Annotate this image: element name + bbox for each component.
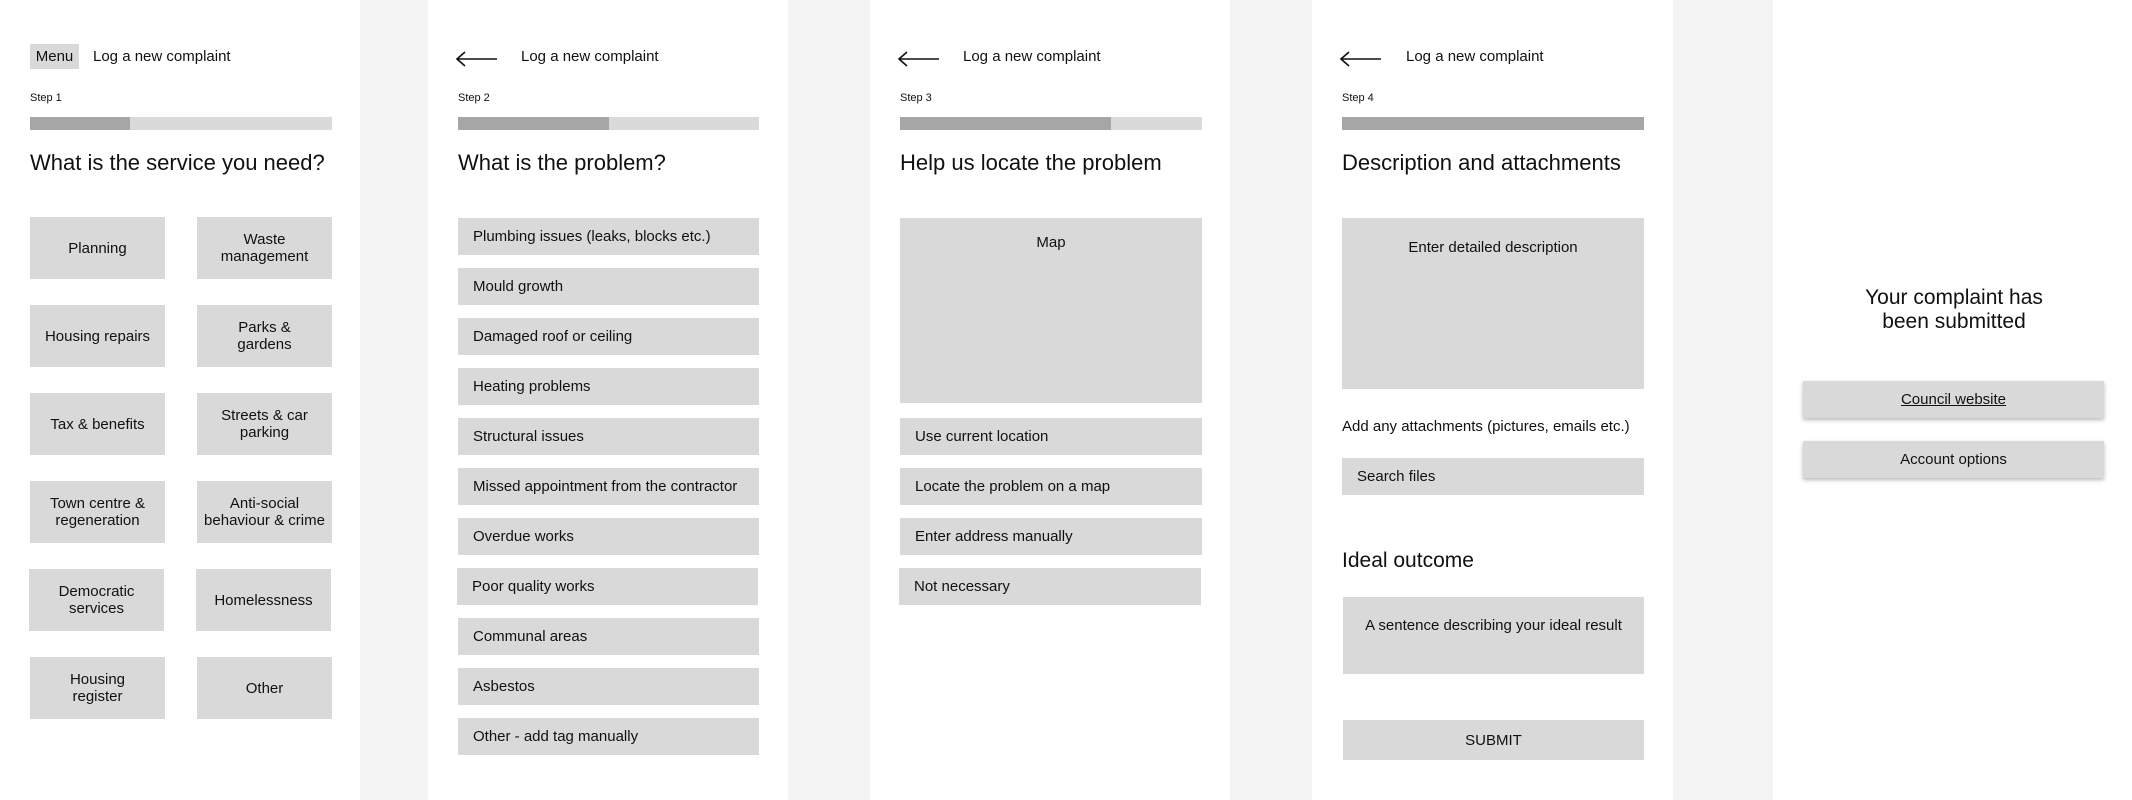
page-title: Log a new complaint [963, 48, 1101, 65]
problem-option[interactable]: Poor quality works [457, 568, 758, 605]
screen-step-2: Log a new complaint Step 2 What is the p… [428, 0, 788, 800]
description-field[interactable]: Enter detailed description [1342, 218, 1644, 389]
arrow-left-icon[interactable] [898, 51, 940, 67]
attachments-label: Add any attachments (pictures, emails et… [1342, 418, 1630, 435]
problem-option[interactable]: Overdue works [458, 518, 759, 555]
map-view[interactable]: Map [900, 218, 1202, 403]
service-tile-parks[interactable]: Parks & gardens [197, 305, 332, 367]
screen-step-3: Log a new complaint Step 3 Help us locat… [870, 0, 1230, 800]
question-heading: What is the problem? [458, 150, 666, 175]
arrow-left-icon[interactable] [1340, 51, 1382, 67]
council-website-label: Council website [1900, 391, 2007, 408]
service-tile-tax[interactable]: Tax & benefits [30, 393, 165, 455]
section-heading: Description and attachments [1342, 150, 1621, 175]
problem-option[interactable]: Other - add tag manually [458, 718, 759, 755]
menu-button[interactable]: Menu [30, 44, 79, 69]
screen-step-1: Menu Log a new complaint Step 1 What is … [0, 0, 360, 800]
progress-fill [458, 117, 609, 130]
step-label: Step 1 [30, 92, 62, 104]
problem-option[interactable]: Damaged roof or ceiling [458, 318, 759, 355]
service-tile-homelessness[interactable]: Homelessness [196, 569, 331, 631]
service-tile-planning[interactable]: Planning [30, 217, 165, 279]
council-website-link[interactable]: Council website [1803, 381, 2104, 418]
account-options-button[interactable]: Account options [1803, 441, 2104, 478]
page-title: Log a new complaint [93, 48, 231, 65]
location-option-current[interactable]: Use current location [900, 418, 1202, 455]
progress-fill [30, 117, 130, 130]
step-label: Step 2 [458, 92, 490, 104]
description-placeholder: Enter detailed description [1408, 239, 1578, 256]
map-label: Map [1036, 234, 1066, 251]
problem-option[interactable]: Mould growth [458, 268, 759, 305]
service-tile-other[interactable]: Other [197, 657, 332, 719]
service-tile-housing-repairs[interactable]: Housing repairs [30, 305, 165, 367]
location-option-address[interactable]: Enter address manually [900, 518, 1202, 555]
screen-confirmation: Your complaint has been submitted Counci… [1773, 0, 2132, 800]
service-tile-antisocial[interactable]: Anti-social behaviour & crime [197, 481, 332, 543]
service-tile-waste[interactable]: Waste management [197, 217, 332, 279]
problem-option[interactable]: Communal areas [458, 618, 759, 655]
service-tile-democratic[interactable]: Democratic services [29, 569, 164, 631]
step-label: Step 4 [1342, 92, 1374, 104]
outcome-placeholder: A sentence describing your ideal result [1365, 617, 1622, 634]
arrow-left-icon[interactable] [456, 51, 498, 67]
problem-option[interactable]: Heating problems [458, 368, 759, 405]
confirmation-message: Your complaint has been submitted [1865, 286, 2043, 333]
progress-fill [900, 117, 1112, 130]
location-option-map[interactable]: Locate the problem on a map [900, 468, 1202, 505]
submit-button[interactable]: SUBMIT [1343, 720, 1644, 760]
progress-bar [458, 117, 759, 130]
problem-option[interactable]: Plumbing issues (leaks, blocks etc.) [458, 218, 759, 255]
problem-option[interactable]: Structural issues [458, 418, 759, 455]
submit-label: SUBMIT [1465, 731, 1522, 749]
ideal-outcome-field[interactable]: A sentence describing your ideal result [1343, 597, 1644, 674]
service-tile-streets[interactable]: Streets & car parking [197, 393, 332, 455]
location-option-none[interactable]: Not necessary [899, 568, 1201, 605]
problem-option[interactable]: Asbestos [458, 668, 759, 705]
question-heading: What is the service you need? [30, 150, 325, 175]
account-options-label: Account options [1900, 451, 2007, 468]
step-label: Step 3 [900, 92, 932, 104]
problem-option[interactable]: Missed appointment from the contractor [458, 468, 759, 505]
progress-fill [1342, 117, 1644, 130]
service-tile-town-centre[interactable]: Town centre & regeneration [30, 481, 165, 543]
question-heading: Help us locate the problem [900, 150, 1162, 175]
service-tile-housing-register[interactable]: Housing register [30, 657, 165, 719]
progress-bar [1342, 117, 1644, 130]
page-title: Log a new complaint [521, 48, 659, 65]
progress-bar [30, 117, 332, 130]
screen-step-4: Log a new complaint Step 4 Description a… [1312, 0, 1673, 800]
page-title: Log a new complaint [1406, 48, 1544, 65]
ideal-outcome-heading: Ideal outcome [1342, 549, 1474, 572]
search-files-button[interactable]: Search files [1342, 458, 1644, 495]
progress-bar [900, 117, 1202, 130]
